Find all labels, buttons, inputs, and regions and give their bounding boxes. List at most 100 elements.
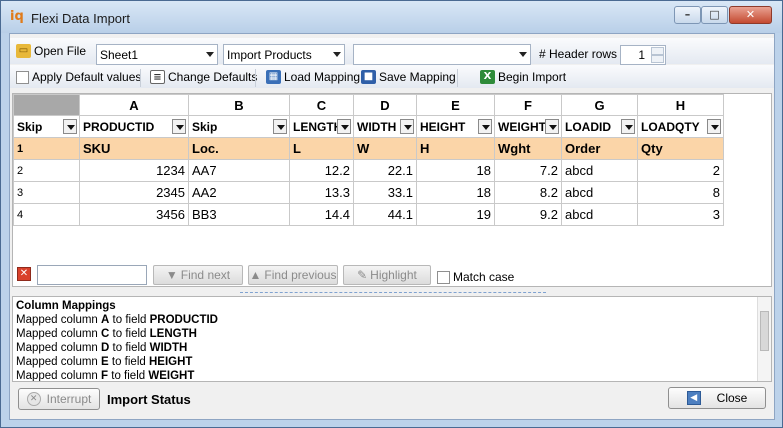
row-number[interactable]: 2 [13,159,80,182]
interrupt-button[interactable]: ✕ Interrupt [18,388,100,410]
mapping-select-a[interactable]: PRODUCTID [79,115,189,138]
column-header[interactable]: F [494,94,562,116]
header-rows-spinner[interactable]: 1 [620,45,666,65]
table-cell[interactable]: H [416,137,495,160]
table-cell[interactable]: 13.3 [289,181,354,204]
sheet-select-value: Sheet1 [100,47,139,62]
mapping-select-b[interactable]: Skip [188,115,290,138]
table-cell[interactable]: 12.2 [289,159,354,182]
grid-corner[interactable] [13,94,80,116]
table-cell[interactable]: 2345 [79,181,189,204]
open-file-button[interactable]: ▭ Open File [16,42,86,60]
chevron-down-icon[interactable] [707,119,721,134]
highlight-button[interactable]: ✎ Highlight [343,265,431,285]
document-icon: ≡ [150,70,165,84]
table-cell[interactable]: 19 [416,203,495,226]
find-next-button[interactable]: ▼ Find next [153,265,243,285]
scrollbar-thumb[interactable] [760,311,769,351]
chevron-down-icon[interactable] [172,119,186,134]
chevron-down-icon[interactable] [478,119,492,134]
mapping-select-rowlabel[interactable]: Skip [13,115,80,138]
match-case-checkbox[interactable]: Match case [437,268,514,286]
chevron-down-icon[interactable] [63,119,77,134]
table-cell[interactable]: 2 [637,159,724,182]
table-cell[interactable]: 3 [637,203,724,226]
table-cell[interactable]: 33.1 [353,181,417,204]
save-mapping-button[interactable]: ■ Save Mapping [361,68,456,86]
table-cell[interactable]: abcd [561,159,638,182]
mapping-value: HEIGHT [420,119,466,134]
column-header[interactable]: D [353,94,417,116]
title-bar[interactable]: iq Flexi Data Import – □ ✕ [1,1,782,33]
table-cell[interactable]: 8 [637,181,724,204]
table-cell[interactable]: 14.4 [289,203,354,226]
find-previous-button[interactable]: ▲ Find previous [248,265,338,285]
mapping-select-c[interactable]: LENGTH [289,115,354,138]
data-grid[interactable]: A B C D E F G H Skip PRODUCTID Skip LENG… [12,93,772,287]
profile-select[interactable]: Import Products [223,44,345,65]
column-header[interactable]: H [637,94,724,116]
table-cell[interactable]: abcd [561,181,638,204]
close-button[interactable]: ◀ Close [668,387,766,409]
table-cell[interactable]: 18 [416,159,495,182]
row-number[interactable]: 1 [13,137,80,160]
load-mapping-label: Load Mapping [284,70,361,84]
mapping-select-h[interactable]: LOADQTY [637,115,724,138]
mapping-select-g[interactable]: LOADID [561,115,638,138]
row-number[interactable]: 4 [13,203,80,226]
column-header[interactable]: A [79,94,189,116]
chevron-down-icon[interactable] [545,119,559,134]
chevron-down-icon[interactable] [337,119,351,134]
chevron-down-icon[interactable] [621,119,635,134]
log-scrollbar[interactable] [757,297,771,381]
table-cell[interactable]: W [353,137,417,160]
begin-import-button[interactable]: X Begin Import [480,68,566,86]
table-cell[interactable]: Order [561,137,638,160]
mapping-select-e[interactable]: HEIGHT [416,115,495,138]
close-window-button[interactable]: ✕ [729,6,772,24]
sheet-select[interactable]: Sheet1 [96,44,218,65]
table-cell[interactable]: AA7 [188,159,290,182]
table-cell[interactable]: L [289,137,354,160]
find-input[interactable] [37,265,147,285]
column-header[interactable]: B [188,94,290,116]
close-find-icon[interactable]: ✕ [17,267,31,281]
table-cell[interactable]: 22.1 [353,159,417,182]
mapping-log: Column Mappings Mapped column A to field… [12,296,772,382]
spin-up-icon[interactable] [651,47,664,55]
table-cell[interactable]: 44.1 [353,203,417,226]
table-cell[interactable]: abcd [561,203,638,226]
column-header[interactable]: G [561,94,638,116]
chevron-down-icon[interactable] [400,119,414,134]
chevron-down-icon[interactable] [273,119,287,134]
table-cell[interactable]: 7.2 [494,159,562,182]
close-label: Close [716,391,748,405]
checkbox-icon[interactable] [437,270,450,284]
load-mapping-button[interactable]: ▦ Load Mapping [266,68,360,86]
table-cell[interactable]: AA2 [188,181,290,204]
table-cell[interactable]: Loc. [188,137,290,160]
checkbox-icon[interactable] [16,70,29,84]
minimize-button[interactable]: – [674,6,701,24]
change-defaults-button[interactable]: ≡ Change Defaults [150,68,257,86]
column-header[interactable]: E [416,94,495,116]
table-cell[interactable]: 18 [416,181,495,204]
column-header[interactable]: C [289,94,354,116]
mapping-select-f[interactable]: WEIGHT [494,115,562,138]
table-cell[interactable]: 9.2 [494,203,562,226]
highlight-icon: ✎ [357,268,368,282]
table-cell[interactable]: Wght [494,137,562,160]
log-line: Mapped column D to field WIDTH [16,341,768,355]
table-cell[interactable]: SKU [79,137,189,160]
table-cell[interactable]: 8.2 [494,181,562,204]
table-cell[interactable]: 1234 [79,159,189,182]
table-cell[interactable]: 3456 [79,203,189,226]
mapping-select[interactable] [353,44,531,65]
apply-default-values-checkbox[interactable]: Apply Default values [16,68,141,86]
mapping-select-d[interactable]: WIDTH [353,115,417,138]
table-cell[interactable]: Qty [637,137,724,160]
table-cell[interactable]: BB3 [188,203,290,226]
row-number[interactable]: 3 [13,181,80,204]
maximize-button[interactable]: □ [701,6,728,24]
spin-down-icon[interactable] [651,55,664,63]
